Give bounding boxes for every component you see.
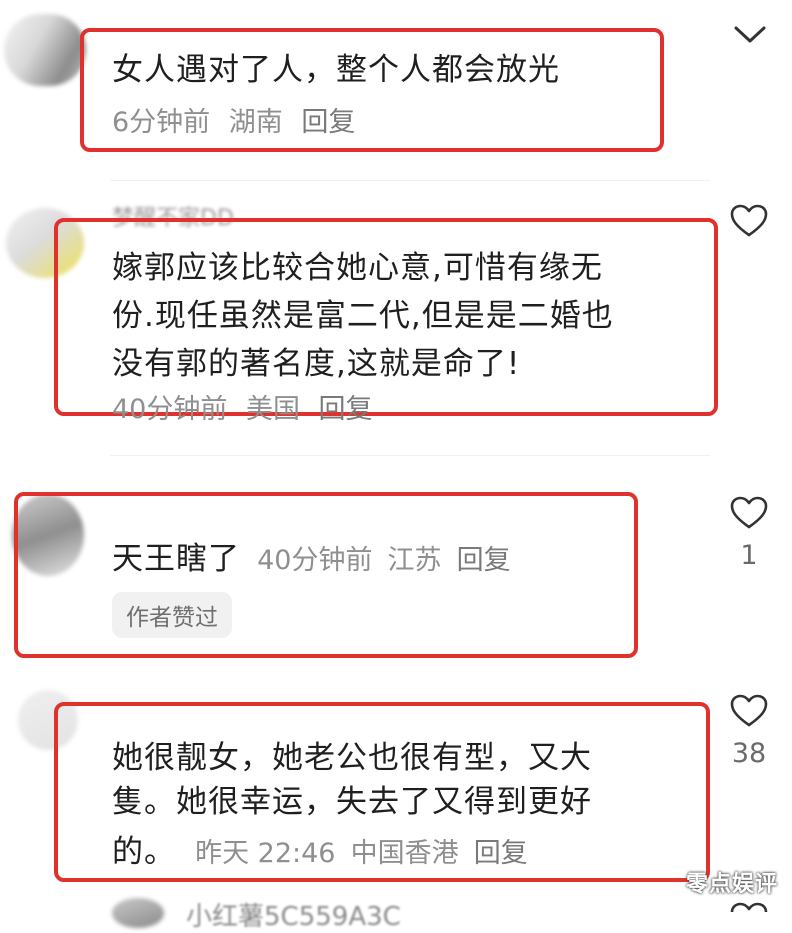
heart-outline-icon[interactable]	[730, 902, 768, 912]
comment-time: 40分钟前	[112, 394, 228, 420]
avatar[interactable]	[4, 14, 86, 86]
comment-meta: 6分钟前 湖南 回复	[112, 100, 365, 139]
reply-link[interactable]: 回复	[319, 394, 373, 420]
comment-text-line: 隻。她很幸运，失去了又得到更好	[112, 784, 592, 820]
author-liked-badge: 作者赞过	[112, 592, 232, 638]
divider	[110, 180, 710, 181]
comment-location: 美国	[245, 394, 300, 420]
heart-outline-icon[interactable]	[730, 694, 768, 728]
watermark: 零点娱评	[685, 872, 778, 897]
heart-outline-icon[interactable]	[730, 204, 768, 238]
reply-link[interactable]: 回复	[301, 107, 355, 138]
comment-time: 昨天 22:46	[195, 838, 336, 869]
reply-link[interactable]: 回复	[474, 838, 528, 869]
comment-time: 40分钟前	[257, 545, 373, 576]
comment-location: 中国香港	[350, 838, 459, 869]
like-count: 1	[740, 540, 758, 571]
comment-text: 女人遇对了人，整个人都会放光	[112, 52, 560, 88]
comment-text-line: 的。	[112, 834, 176, 870]
reply-link[interactable]: 回复	[457, 545, 511, 576]
like-count: 38	[731, 738, 767, 769]
heart-outline-icon[interactable]	[730, 496, 768, 530]
chevron-down-icon[interactable]	[732, 22, 768, 46]
comment-text-line: 嫁郭应该比较合她心意,可惜有缘无	[112, 250, 603, 286]
comment-text: 天王瞎了	[112, 541, 240, 577]
comment-text-line: 份.现任虽然是富二代,但是是二婚也	[112, 298, 614, 334]
comment-meta: 40分钟前 美国 回复	[112, 390, 383, 420]
divider	[110, 455, 710, 456]
comment-time: 6分钟前	[112, 107, 211, 138]
comment-location: 湖南	[228, 107, 283, 138]
comment-text-line: 她很靓女，她老公也很有型，又大	[112, 740, 592, 776]
comment-location: 江苏	[387, 545, 442, 576]
comment-text-line: 没有郭的著名度,这就是命了!	[112, 346, 521, 382]
avatar[interactable]	[112, 898, 164, 928]
comment-body: 天王瞎了 40分钟前 江苏 回复	[112, 533, 511, 578]
comment-last-line: 的。 昨天 22:46 中国香港 回复	[112, 826, 528, 871]
commenter-name[interactable]: 小红薯5C559A3C	[186, 896, 401, 933]
